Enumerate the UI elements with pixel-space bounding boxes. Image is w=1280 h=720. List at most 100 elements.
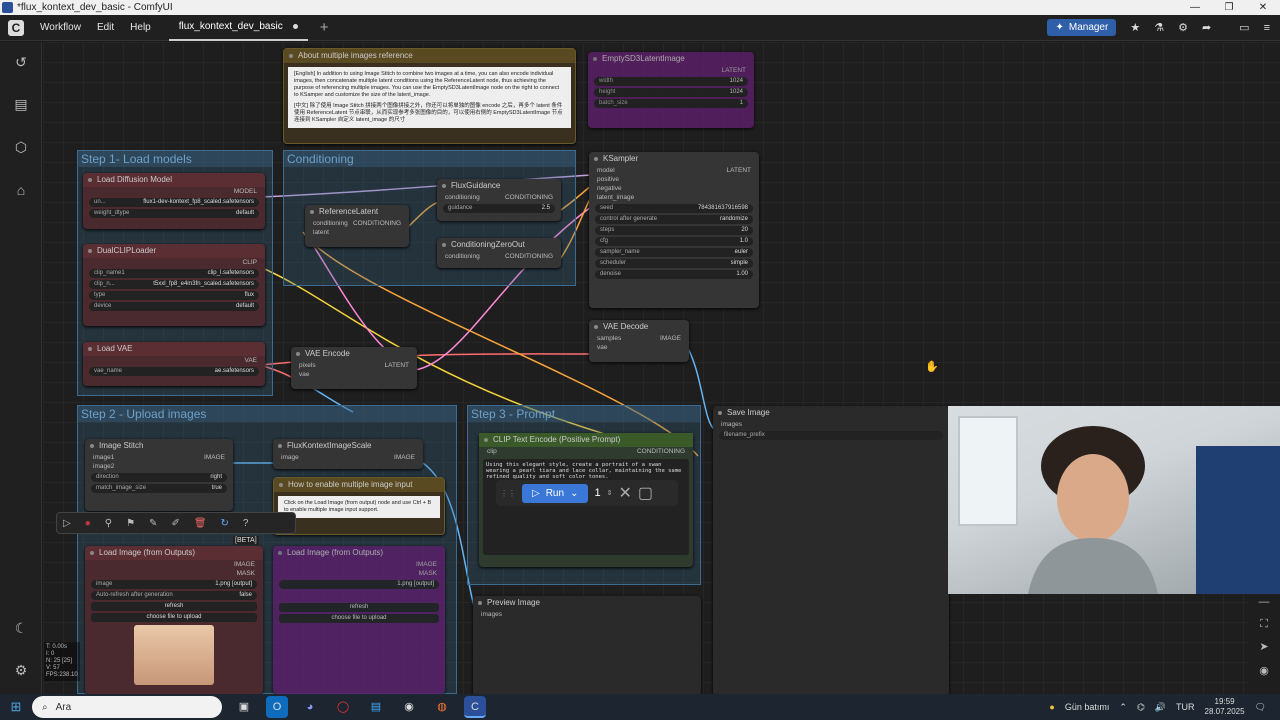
refresh-button[interactable]: refresh [91, 602, 257, 611]
settings-gear-icon[interactable]: ⚙ [12, 662, 30, 680]
share-icon[interactable]: ➦ [1202, 21, 1211, 34]
empty-latent-batch-widget[interactable]: batch_size 1 [594, 99, 748, 108]
pencil-icon[interactable]: ✐ [171, 518, 179, 529]
empty-latent-node[interactable]: EmptySD3LatentImage LATENT width 1024 hei… [588, 52, 754, 128]
vae-name-widget[interactable]: vae_name ae.safetensors [89, 367, 259, 376]
workflow-tab[interactable]: flux_kontext_dev_basic [168, 15, 308, 41]
firefox-icon[interactable]: ◍ [431, 696, 453, 718]
node-canvas[interactable]: Step 1- Load models Conditioning Step 2 … [43, 42, 1280, 694]
empty-latent-height-widget[interactable]: height 1024 [594, 88, 748, 97]
model-library-icon[interactable]: ⬡ [12, 139, 30, 157]
save-image-node[interactable]: Save Image images filename_prefix [713, 406, 949, 694]
ksampler-node[interactable]: KSampler model LATENT positive negative l… [589, 152, 759, 308]
windows-start-icon[interactable]: ⊞ [0, 699, 32, 715]
scheduler-widget[interactable]: scheduler simple [595, 259, 753, 268]
sampler-name-widget[interactable]: sampler_name euler [595, 248, 753, 257]
steps-widget[interactable]: steps 20 [595, 226, 753, 235]
select-mode-icon[interactable]: ➤ [1256, 640, 1272, 656]
play-icon[interactable]: ▷ [63, 518, 71, 529]
help-icon[interactable]: ? [243, 518, 249, 529]
language-indicator[interactable]: TUR [1176, 702, 1195, 712]
flux-kontext-image-scale-node[interactable]: FluxKontextImageScale image IMAGE [273, 439, 423, 469]
notification-icon[interactable]: 🗨 [1255, 702, 1266, 713]
panel-toggle-icon[interactable]: ▭ [1239, 21, 1249, 34]
load-image-from-outputs-node-2[interactable]: Load Image (from Outputs) IMAGE MASK 1.p… [273, 546, 445, 694]
zoom-out-icon[interactable]: — [1256, 596, 1272, 612]
menu-workflow[interactable]: Workflow [32, 22, 89, 33]
empty-latent-width-widget[interactable]: width 1024 [594, 77, 748, 86]
node-icon[interactable]: ⚙ [1178, 21, 1188, 34]
model-icon[interactable]: ⚗ [1154, 21, 1164, 34]
dualcliploader-node[interactable]: DualCLIPLoader CLIP clip_name1 clip_l.saf… [83, 244, 265, 326]
toggle-links-icon[interactable]: ◉ [1256, 664, 1272, 680]
load-diffusion-model-node[interactable]: Load Diffusion Model MODEL un... flux1-de… [83, 173, 265, 229]
discord-icon[interactable]: ◕ [299, 696, 321, 718]
new-tab-plus-icon[interactable]: + [320, 19, 329, 36]
run-button[interactable]: ▷ Run ⌄ [522, 483, 589, 503]
filename-prefix-widget[interactable]: filename_prefix [719, 431, 943, 440]
choose-file-button[interactable]: choose file to upload [91, 613, 257, 622]
opera-icon[interactable]: ◯ [332, 696, 354, 718]
batch-count-input[interactable]: 1 [594, 487, 600, 499]
workflows-folder-icon[interactable]: ⌂ [12, 182, 30, 200]
load-vae-node[interactable]: Load VAE VAE vae_name ae.safetensors [83, 342, 265, 386]
weight-dtype-widget[interactable]: weight_dtype default [89, 209, 259, 218]
reference-latent-node[interactable]: ReferenceLatent conditioning CONDITIONING… [305, 205, 409, 247]
conditioning-zero-out-node[interactable]: ConditioningZeroOut conditioning CONDITIO… [437, 238, 561, 268]
stepper-icon[interactable]: ⇕ [607, 489, 613, 497]
choose-file-button-2[interactable]: choose file to upload [279, 614, 439, 623]
fit-view-icon[interactable]: ⛶ [1256, 618, 1272, 634]
restore-button[interactable]: ❐ [1212, 2, 1246, 13]
volume-icon[interactable]: 🔊 [1155, 702, 1166, 713]
refresh-icon[interactable]: ↻ [221, 518, 229, 529]
flux-guidance-node[interactable]: FluxGuidance conditioning CONDITIONING gu… [437, 179, 561, 221]
bookmark-icon[interactable]: ⚑ [126, 518, 135, 529]
pin-icon[interactable]: ⚲ [105, 518, 112, 529]
how-to-note-node[interactable]: How to enable multiple image input Click… [273, 477, 445, 535]
guidance-widget[interactable]: guidance 2.5 [443, 204, 555, 213]
menu-help[interactable]: Help [122, 22, 159, 33]
manager-button[interactable]: ✦ Manager [1047, 19, 1117, 36]
unet-name-widget[interactable]: un... flux1-dev-kontext_fp8_scaled.safete… [89, 198, 259, 207]
cfg-widget[interactable]: cfg 1.0 [595, 237, 753, 246]
menu-lines-icon[interactable]: ≡ [1264, 22, 1270, 34]
image-stitch-node[interactable]: Image Stitch image1 IMAGE image2 directio… [85, 439, 233, 511]
queue-history-icon[interactable]: ↺ [12, 54, 30, 72]
run-chevron-down-icon[interactable]: ⌄ [570, 488, 578, 499]
weather-label[interactable]: Gün batımı [1065, 702, 1110, 712]
minimize-button[interactable]: — [1178, 2, 1212, 13]
seed-widget[interactable]: seed 784381637916598 [595, 204, 753, 213]
trash-icon[interactable]: 🗑 [194, 518, 207, 529]
menu-edit[interactable]: Edit [89, 22, 122, 33]
color-icon[interactable]: ● [85, 518, 91, 529]
load-outputs-image-widget[interactable]: image 1.png [output] [91, 580, 257, 589]
star-icon[interactable]: ★ [1130, 21, 1140, 34]
vae-encode-node[interactable]: VAE Encode pixels LATENT vae [291, 347, 417, 389]
obs-icon[interactable]: ◉ [398, 696, 420, 718]
edit-icon[interactable]: ✎ [149, 518, 157, 529]
tray-chevron-icon[interactable]: ⌃ [1119, 702, 1127, 713]
auto-refresh-widget[interactable]: Auto-refresh after generation false [91, 591, 257, 600]
taskbar-search[interactable]: ⌕ Ara [32, 696, 222, 718]
refresh-button-2[interactable]: refresh [279, 603, 439, 612]
close-button[interactable]: ✕ [1246, 2, 1280, 13]
clip-type-widget[interactable]: type flux [89, 291, 259, 300]
outlook-icon[interactable]: O [266, 696, 288, 718]
task-view-icon[interactable]: ▣ [233, 696, 255, 718]
taskbar-clock[interactable]: 19:59 28.07.2025 [1205, 697, 1245, 717]
control-after-generate-widget[interactable]: control after generate randomize [595, 215, 753, 224]
drag-handle-icon[interactable]: ⋮⋮ [500, 489, 516, 498]
stop-icon[interactable]: ▢ [638, 483, 653, 503]
clip-name2-widget[interactable]: clip_n... t5xxl_fp8_e4m3fn_scaled.safeten… [89, 280, 259, 289]
network-icon[interactable]: ⌬ [1137, 702, 1145, 713]
prompt-textarea[interactable]: Using this elegant style, create a portr… [483, 459, 689, 555]
preview-image-node[interactable]: Preview Image images [473, 596, 701, 694]
vae-decode-node[interactable]: VAE Decode samples IMAGE vae [589, 320, 689, 362]
theme-moon-icon[interactable]: ☾ [12, 620, 30, 638]
node-library-icon[interactable]: ▤ [12, 96, 30, 114]
direction-widget[interactable]: direction right [91, 473, 227, 482]
comfyui-logo[interactable]: C [8, 19, 24, 36]
cancel-icon[interactable]: ✕ [618, 483, 631, 503]
load-outputs2-image-widget[interactable]: 1.png [output] [279, 580, 439, 589]
clip-device-widget[interactable]: device default [89, 302, 259, 311]
